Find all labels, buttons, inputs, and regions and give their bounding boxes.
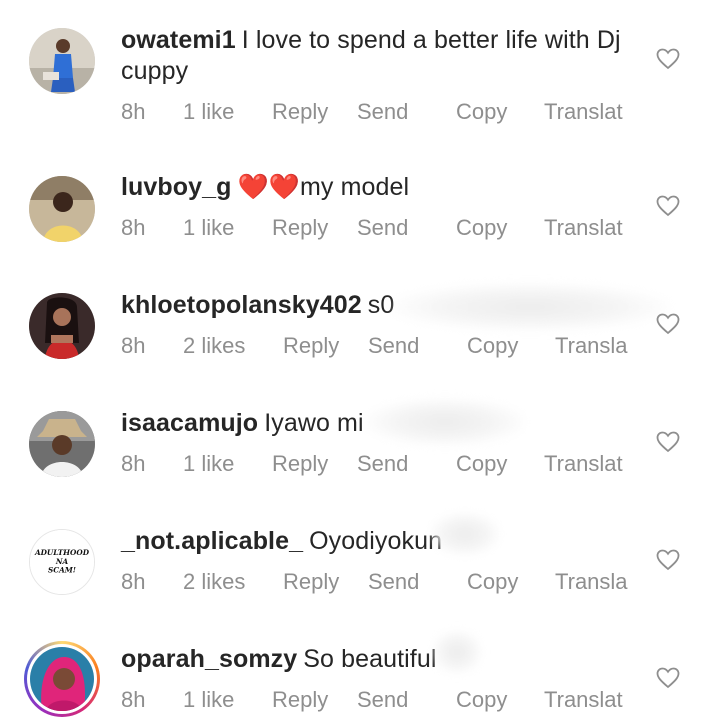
avatar[interactable] (30, 647, 94, 711)
comment-time: 8h (121, 215, 146, 240)
translate-button[interactable]: Translat (544, 451, 623, 477)
comment-likes[interactable]: 1 like (183, 99, 234, 125)
comment-time: 8h (121, 99, 146, 124)
comment-username[interactable]: oparah_somzy (121, 645, 297, 673)
reply-button[interactable]: Reply (272, 451, 328, 477)
translate-button[interactable]: Translat (544, 215, 623, 241)
send-button[interactable]: Send (368, 569, 419, 595)
comment-likes[interactable]: 1 like (183, 451, 234, 477)
comment-likes[interactable]: 1 like (183, 687, 234, 713)
send-button[interactable]: Send (357, 215, 408, 241)
reply-button[interactable]: Reply (272, 215, 328, 241)
comment-text: luvboy_g ❤️❤️my model (121, 172, 641, 203)
translate-button[interactable]: Transla (555, 333, 628, 359)
avatar[interactable] (29, 28, 95, 94)
avatar[interactable] (29, 411, 95, 477)
avatar[interactable] (29, 176, 95, 242)
redacted-text (365, 398, 525, 446)
comment-username[interactable]: _not.aplicable_ (121, 527, 303, 555)
comment-username[interactable]: isaacamujo (121, 409, 258, 437)
comment-username[interactable]: luvboy_g (121, 173, 232, 201)
reply-button[interactable]: Reply (272, 99, 328, 125)
comment-likes[interactable]: 2 likes (183, 569, 245, 595)
redacted-text (390, 283, 670, 331)
copy-button[interactable]: Copy (467, 333, 518, 359)
comment-text: owatemi1 I love to spend a better life wi… (121, 25, 641, 87)
comment-time: 8h (121, 333, 146, 358)
comment-username[interactable]: khloetopolansky402 (121, 291, 362, 319)
heart-outline-icon[interactable] (656, 313, 680, 335)
copy-button[interactable]: Copy (456, 99, 507, 125)
send-button[interactable]: Send (357, 687, 408, 713)
comment-likes[interactable]: 1 like (183, 215, 234, 241)
send-button[interactable]: Send (357, 99, 408, 125)
copy-button[interactable]: Copy (456, 687, 507, 713)
avatar-text: NA (55, 557, 69, 566)
comment-body: So beautiful (303, 645, 437, 673)
comment-body: ❤️❤️my model (237, 173, 410, 201)
copy-button[interactable]: Copy (456, 451, 507, 477)
heart-outline-icon[interactable] (656, 195, 680, 217)
send-button[interactable]: Send (368, 333, 419, 359)
comment-body: Oyodiyokun (309, 527, 443, 555)
reply-button[interactable]: Reply (283, 569, 339, 595)
heart-outline-icon[interactable] (656, 431, 680, 453)
comment-text: oparah_somzy So beautiful (121, 644, 641, 675)
story-ring[interactable] (24, 641, 100, 717)
avatar-text: ADULTHOOD (34, 548, 90, 557)
heart-outline-icon[interactable] (656, 48, 680, 70)
comment-body: Iyawo mi (264, 409, 364, 437)
comment-likes[interactable]: 2 likes (183, 333, 245, 359)
copy-button[interactable]: Copy (467, 569, 518, 595)
redacted-text (430, 512, 500, 556)
avatar[interactable]: ADULTHOOD NA SCAM! (29, 529, 95, 595)
translate-button[interactable]: Translat (544, 99, 623, 125)
copy-button[interactable]: Copy (456, 215, 507, 241)
heart-outline-icon[interactable] (656, 667, 680, 689)
reply-button[interactable]: Reply (272, 687, 328, 713)
avatar[interactable] (29, 293, 95, 359)
comment-time: 8h (121, 569, 146, 594)
comment-text: _not.aplicable_ Oyodiyokun (121, 526, 641, 557)
reply-button[interactable]: Reply (283, 333, 339, 359)
heart-outline-icon[interactable] (656, 549, 680, 571)
send-button[interactable]: Send (357, 451, 408, 477)
comment-time: 8h (121, 687, 146, 712)
comment-username[interactable]: owatemi1 (121, 26, 236, 54)
redacted-text (432, 630, 482, 674)
avatar-text: SCAM! (48, 566, 76, 575)
translate-button[interactable]: Translat (544, 687, 623, 713)
comment-time: 8h (121, 451, 146, 476)
translate-button[interactable]: Transla (555, 569, 628, 595)
